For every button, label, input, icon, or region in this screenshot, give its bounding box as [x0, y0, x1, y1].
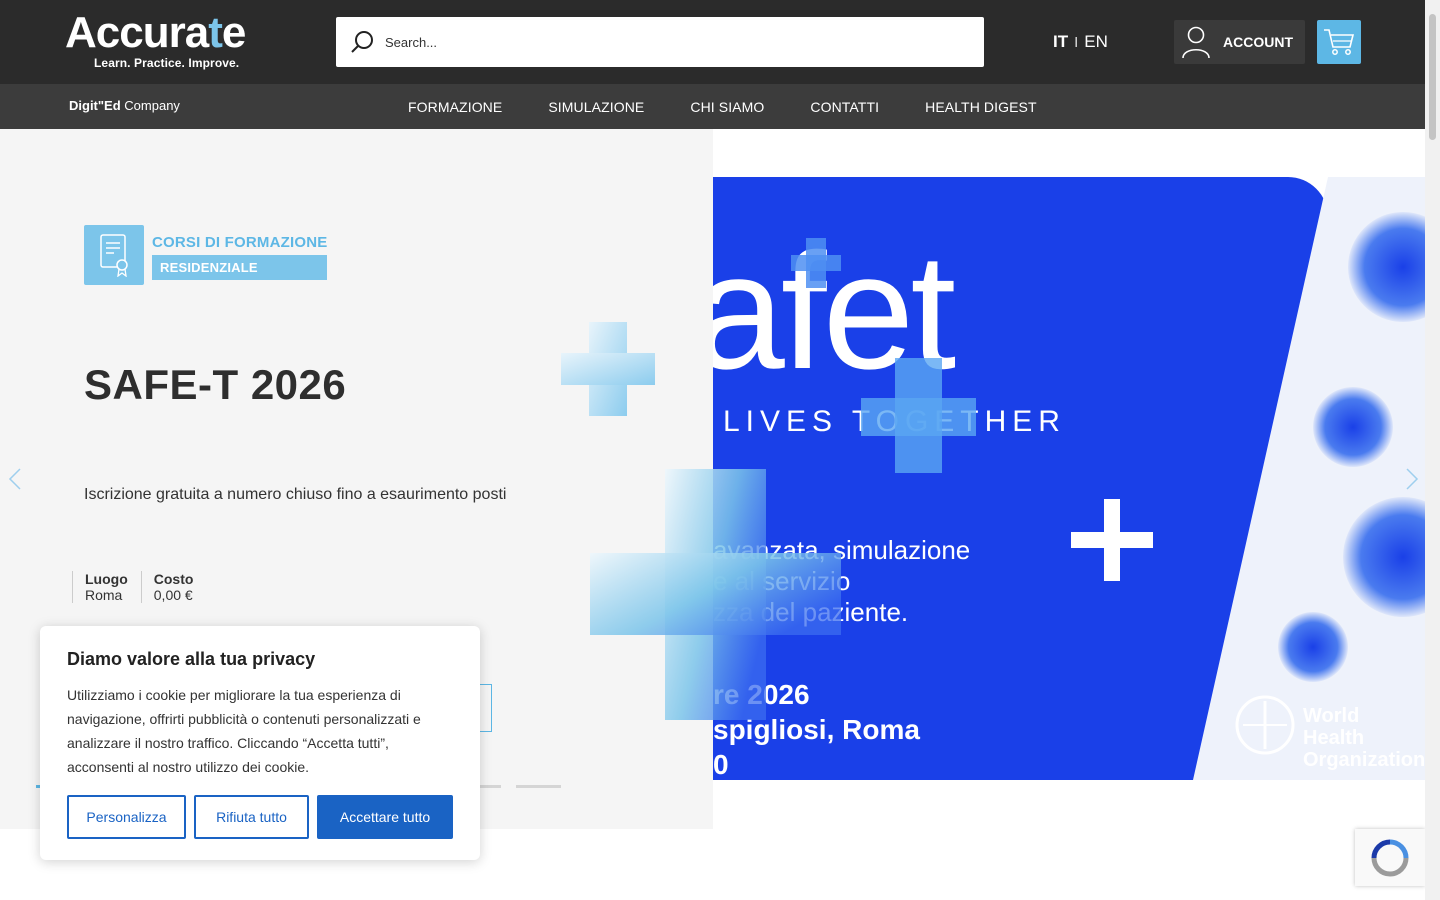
nav-item-health-digest[interactable]: HEALTH DIGEST — [925, 99, 1037, 115]
banner-molecule-image — [1193, 177, 1425, 780]
lang-it-link[interactable]: IT — [1053, 32, 1068, 52]
banner-plus-icon — [1071, 499, 1153, 581]
cart-button[interactable] — [1317, 20, 1361, 64]
user-icon — [1182, 26, 1210, 59]
page: Accurate Learn. Practice. Improve. IT I … — [0, 0, 1440, 900]
recaptcha-badge[interactable] — [1355, 829, 1425, 886]
course-category: CORSI DI FORMAZIONE — [152, 234, 328, 251]
digited-company-logo[interactable]: Digit"Ed Company — [69, 98, 180, 113]
decorative-large-plus-icon — [590, 469, 841, 720]
nav-item-chi-siamo[interactable]: CHI SIAMO — [690, 99, 764, 115]
slider-prev-arrow-icon[interactable] — [8, 467, 22, 491]
search-bar[interactable] — [336, 17, 984, 67]
slider-next-arrow-icon[interactable] — [1405, 467, 1419, 491]
cookie-title: Diamo valore alla tua privacy — [67, 649, 316, 669]
course-subtitle: Iscrizione gratuita a numero chiuso fino… — [84, 486, 507, 503]
decorative-plus-icon — [561, 322, 655, 416]
cookie-text: Utilizziamo i cookie per migliorare la t… — [67, 687, 421, 775]
who-logo-text: World Health Organization — [1303, 705, 1425, 771]
meta-cost: Costo 0,00 € — [140, 571, 207, 603]
meta-location: Luogo Roma — [72, 571, 141, 603]
course-title: SAFE-T 2026 — [84, 361, 347, 408]
main-navigation: Digit"Ed Company FORMAZIONE SIMULAZIONE … — [0, 84, 1425, 129]
logo-wordmark: Accurate — [65, 8, 246, 57]
reject-all-button[interactable]: Rifiuta tutto — [194, 795, 309, 839]
account-button[interactable]: ACCOUNT — [1174, 20, 1305, 64]
page-scrollbar[interactable] — [1425, 0, 1440, 900]
course-type-tag: RESIDENZIALE — [152, 255, 327, 280]
lang-en-link[interactable]: EN — [1084, 32, 1108, 52]
cookie-consent-dialog: Diamo valore alla tua privacy Utilizziam… — [40, 626, 480, 860]
lang-separator: I — [1074, 33, 1079, 51]
cart-icon — [1324, 29, 1355, 55]
who-emblem-icon — [1235, 695, 1295, 755]
nav-item-formazione[interactable]: FORMAZIONE — [408, 99, 502, 115]
top-header: Accurate Learn. Practice. Improve. IT I … — [0, 0, 1425, 84]
accept-all-button[interactable]: Accettare tutto — [317, 795, 453, 839]
nav-item-simulazione[interactable]: SIMULAZIONE — [548, 99, 644, 115]
search-input[interactable] — [385, 34, 945, 50]
customize-cookies-button[interactable]: Personalizza — [67, 795, 186, 839]
nav-menu: FORMAZIONE SIMULAZIONE CHI SIAMO CONTATT… — [408, 84, 1083, 129]
nav-item-contatti[interactable]: CONTATTI — [810, 99, 879, 115]
certificate-icon — [84, 225, 144, 285]
decorative-plus-icon — [861, 358, 976, 473]
accurate-logo[interactable]: Accurate Learn. Practice. Improve. — [65, 8, 265, 71]
course-meta: Luogo Roma Costo 0,00 € — [72, 571, 206, 603]
scrollbar-thumb[interactable] — [1429, 14, 1436, 140]
recaptcha-icon — [1371, 839, 1409, 876]
search-icon[interactable] — [349, 29, 375, 55]
logo-tagline: Learn. Practice. Improve. — [94, 56, 240, 70]
decorative-small-plus-icon — [791, 238, 841, 288]
language-switcher: IT I EN — [1053, 32, 1108, 52]
slider-dot[interactable] — [516, 785, 561, 788]
account-label: ACCOUNT — [1223, 34, 1293, 50]
